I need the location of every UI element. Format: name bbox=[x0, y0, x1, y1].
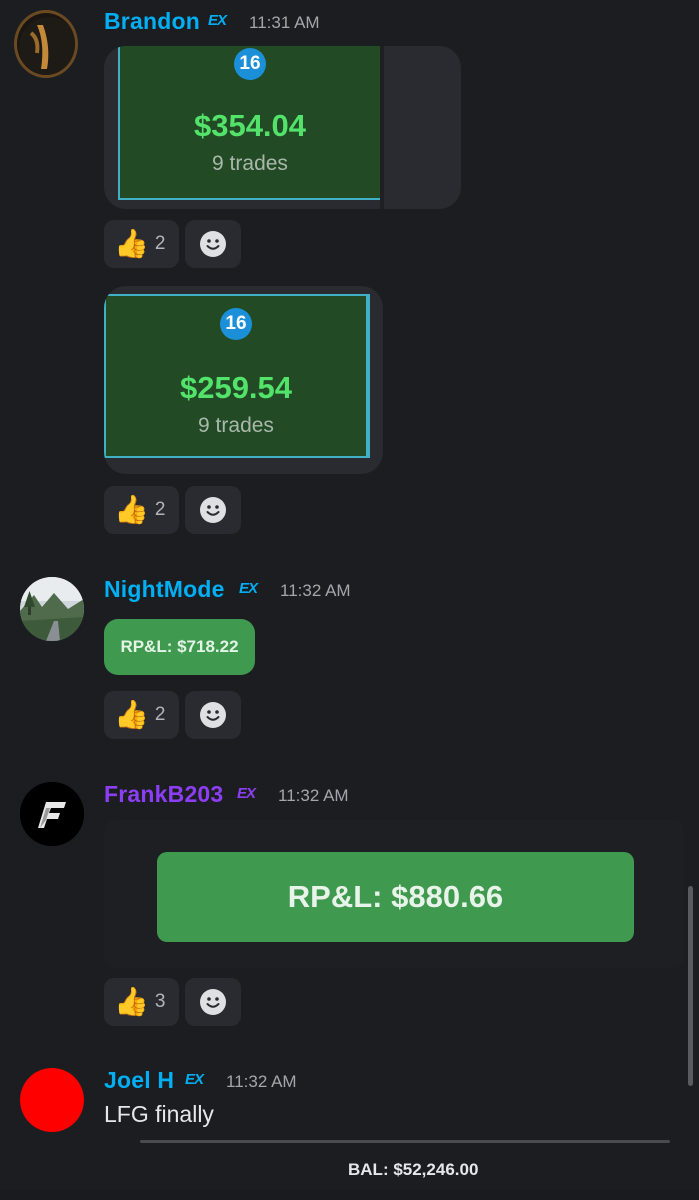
trade-card: 16 $259.54 9 trades bbox=[104, 294, 368, 458]
reaction-thumbs-up[interactable]: 👍 2 bbox=[104, 486, 179, 534]
balance-text: BAL: $52,246.00 bbox=[348, 1160, 479, 1179]
add-reaction-button[interactable] bbox=[185, 486, 241, 534]
rpl-image[interactable]: RP&L: $718.22 bbox=[104, 619, 255, 675]
trade-card: 16 $354.04 9 trades bbox=[118, 46, 382, 200]
card-divider bbox=[368, 294, 370, 458]
smiley-face-icon bbox=[200, 231, 226, 257]
thumbs-up-icon: 👍 bbox=[114, 985, 149, 1018]
avatar-frankb203[interactable] bbox=[20, 782, 84, 846]
thumbs-up-icon: 👍 bbox=[114, 493, 149, 526]
avatar-brandon[interactable] bbox=[14, 10, 78, 78]
avatar-art bbox=[19, 17, 75, 75]
username-brandon[interactable]: Brandon bbox=[104, 8, 200, 35]
card-number-badge: 16 bbox=[234, 48, 266, 80]
timestamp: 11:32 AM bbox=[278, 786, 349, 805]
attached-image-top-edge bbox=[140, 1140, 670, 1143]
ex-badge-icon: EX bbox=[208, 12, 227, 29]
bottom-bar-edge bbox=[0, 1190, 699, 1200]
reaction-count: 2 bbox=[154, 499, 166, 520]
reaction-count: 2 bbox=[154, 233, 166, 254]
message-text: LFG finally bbox=[104, 1101, 214, 1127]
ex-badge-icon: EX bbox=[239, 580, 258, 597]
reaction-count: 2 bbox=[154, 704, 166, 725]
thumbs-up-icon: 👍 bbox=[114, 227, 149, 260]
reaction-thumbs-up[interactable]: 👍 2 bbox=[104, 220, 179, 268]
rpl-banner: RP&L: $880.66 bbox=[157, 852, 634, 942]
smiley-face-icon bbox=[200, 989, 226, 1015]
username-nightmode[interactable]: NightMode bbox=[104, 576, 225, 603]
timestamp: 11:32 AM bbox=[226, 1072, 297, 1091]
trade-card-image[interactable]: 16 $259.54 9 trades bbox=[104, 286, 383, 474]
reaction-count: 3 bbox=[154, 991, 166, 1012]
avatar-joel-h[interactable] bbox=[20, 1068, 84, 1132]
username-frankb203[interactable]: FrankB203 bbox=[104, 781, 223, 808]
card-trades: 9 trades bbox=[198, 414, 274, 437]
add-reaction-button[interactable] bbox=[185, 220, 241, 268]
card-trades: 9 trades bbox=[212, 152, 288, 175]
add-reaction-button[interactable] bbox=[185, 691, 241, 739]
avatar-landscape bbox=[20, 577, 84, 641]
timestamp: 11:31 AM bbox=[249, 13, 320, 32]
trade-card-image[interactable]: 16 $354.04 9 trades bbox=[104, 46, 461, 209]
reaction-thumbs-up[interactable]: 👍 2 bbox=[104, 691, 179, 739]
username-joel-h[interactable]: Joel H bbox=[104, 1067, 174, 1094]
card-number-badge: 16 bbox=[220, 308, 252, 340]
add-reaction-button[interactable] bbox=[185, 978, 241, 1026]
card-amount: $259.54 bbox=[179, 370, 293, 405]
scrollbar[interactable] bbox=[688, 886, 693, 1086]
card-divider bbox=[380, 46, 384, 209]
card-amount: $354.04 bbox=[193, 108, 307, 143]
ex-badge-icon: EX bbox=[237, 785, 256, 802]
smiley-face-icon bbox=[200, 497, 226, 523]
avatar-nightmode[interactable] bbox=[20, 577, 84, 641]
reaction-thumbs-up[interactable]: 👍 3 bbox=[104, 978, 179, 1026]
rpl-image-frame[interactable]: RP&L: $880.66 bbox=[104, 820, 684, 968]
thumbs-up-icon: 👍 bbox=[114, 698, 149, 731]
letter-f-logo-icon bbox=[20, 782, 84, 846]
ex-badge-icon: EX bbox=[185, 1071, 204, 1088]
timestamp: 11:32 AM bbox=[280, 581, 351, 600]
smiley-face-icon bbox=[200, 702, 226, 728]
